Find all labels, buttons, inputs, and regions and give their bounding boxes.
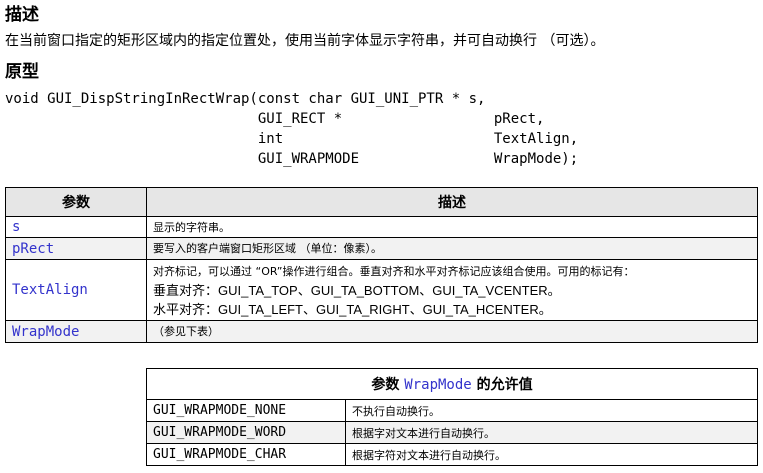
param-description-line: （参见下表） <box>153 325 219 338</box>
wrapmode-table: 参数 WrapMode 的允许值 GUI_WRAPMODE_NONE 不执行自动… <box>146 368 758 466</box>
prototype-heading: 原型 <box>5 62 39 82</box>
description-text: 在当前窗口指定的矩形区域内的指定位置处，使用当前字体显示字符串，并可自动换行 （… <box>5 33 605 49</box>
description-heading: 描述 <box>5 5 39 25</box>
table-row: s 显示的字符串。 <box>5 216 758 238</box>
table-row: GUI_WRAPMODE_CHAR 根据字符对文本进行自动换行。 <box>146 443 758 466</box>
prototype-line: GUI_WRAPMODE WrapMode); <box>5 151 579 167</box>
param-name: s <box>5 216 147 238</box>
param-description: （参见下表） <box>146 320 758 343</box>
prototype-code: void GUI_DispStringInRectWrap(const char… <box>5 89 578 169</box>
param-description: 要写入的客户端窗口矩形区域 （单位：像素）。 <box>146 237 758 260</box>
table-row: pRect 要写入的客户端窗口矩形区域 （单位：像素）。 <box>5 237 758 260</box>
prototype-line: int TextAlign, <box>5 131 579 147</box>
wrapmode-table-header: 参数 WrapMode 的允许值 <box>146 368 758 400</box>
param-column-header: 参数 <box>5 187 147 217</box>
wrapmode-description: 不执行自动换行。 <box>345 399 758 422</box>
wrapmode-value: GUI_WRAPMODE_NONE <box>146 399 346 422</box>
parameter-table: 参数 描述 s 显示的字符串。 pRect 要写入的客户端窗口矩形区域 （单位：… <box>5 187 758 343</box>
table-row: GUI_WRAPMODE_WORD 根据字对文本进行自动换行。 <box>146 421 758 444</box>
param-name: pRect <box>5 237 147 260</box>
param-description: 显示的字符串。 <box>146 216 758 238</box>
param-name: TextAlign <box>5 259 147 321</box>
param-name: WrapMode <box>5 320 147 343</box>
wrapmode-title-suffix: 的允许值 <box>471 377 533 393</box>
prototype-line: void GUI_DispStringInRectWrap(const char… <box>5 91 486 107</box>
table-row: TextAlign 对齐标记，可以通过 “OR”操作进行组合。垂直对齐和水平对齐… <box>5 259 758 321</box>
table-row: GUI_WRAPMODE_NONE 不执行自动换行。 <box>146 399 758 422</box>
wrapmode-table-title: 参数 WrapMode 的允许值 <box>146 368 758 400</box>
prototype-line: GUI_RECT * pRect, <box>5 111 545 127</box>
param-description-line: 水平对齐：GUI_TA_LEFT、GUI_TA_RIGHT、GUI_TA_HCE… <box>153 301 552 317</box>
wrapmode-title-prefix: 参数 <box>371 377 405 393</box>
param-description-line: 要写入的客户端窗口矩形区域 （单位：像素）。 <box>153 242 382 255</box>
wrapmode-value: GUI_WRAPMODE_WORD <box>146 421 346 444</box>
param-description-line: 显示的字符串。 <box>153 220 230 234</box>
wrapmode-description: 根据字对文本进行自动换行。 <box>345 421 758 444</box>
description-column-header: 描述 <box>146 187 758 217</box>
param-description: 对齐标记，可以通过 “OR”操作进行组合。垂直对齐和水平对齐标记应该组合使用。可… <box>146 259 758 321</box>
table-row: WrapMode （参见下表） <box>5 320 758 343</box>
wrapmode-description: 根据字符对文本进行自动换行。 <box>345 443 758 466</box>
wrapmode-value: GUI_WRAPMODE_CHAR <box>146 443 346 466</box>
param-description-line: 垂直对齐：GUI_TA_TOP、GUI_TA_BOTTOM、GUI_TA_VCE… <box>153 282 561 298</box>
wrapmode-title-code: WrapMode <box>404 377 472 393</box>
param-description-line: 对齐标记，可以通过 “OR”操作进行组合。垂直对齐和水平对齐标记应该组合使用。可… <box>153 264 635 278</box>
parameter-table-header: 参数 描述 <box>5 187 758 217</box>
